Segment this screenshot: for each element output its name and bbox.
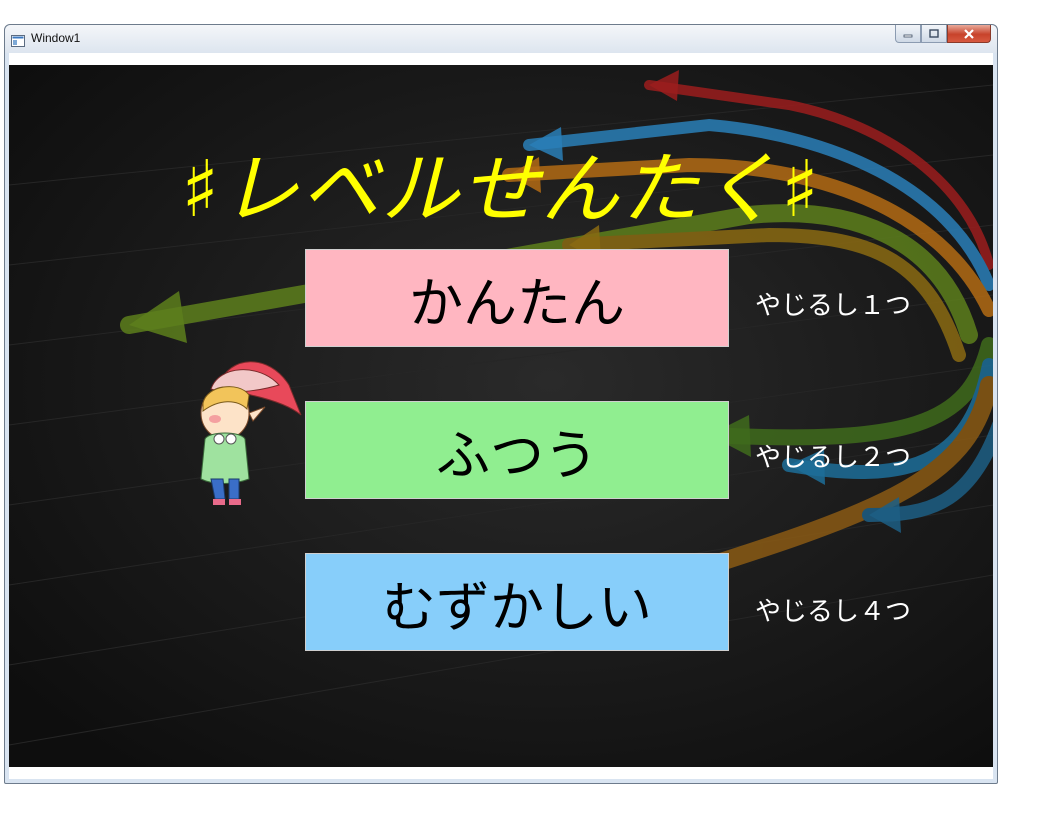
window-title: Window1 — [31, 31, 81, 45]
elf-mascot-illustration — [200, 361, 302, 505]
close-button[interactable] — [947, 25, 991, 43]
close-icon — [964, 28, 974, 39]
app-window-icon — [11, 32, 25, 47]
easy-level-hint: やじるし１つ — [755, 291, 912, 321]
title-bar[interactable]: Window1 — [5, 25, 997, 53]
minimize-button[interactable] — [895, 25, 921, 43]
minimize-icon — [903, 34, 913, 37]
normal-level-button[interactable]: ふつう — [305, 401, 729, 499]
hard-level-hint: やじるし４つ — [755, 597, 912, 627]
maximize-icon — [929, 29, 939, 38]
caption-buttons — [895, 25, 991, 43]
easy-level-button[interactable]: かんたん — [305, 249, 729, 347]
hard-level-button[interactable]: むずかしい — [305, 553, 729, 651]
maximize-button[interactable] — [921, 25, 947, 43]
page-title: ♯レベルせんたく♯ — [181, 145, 821, 235]
window-client-area: ♯レベルせんたく♯ かんたん ふつう むずかしい やじるし１つ やじるし２つ や… — [9, 53, 993, 779]
normal-level-hint: やじるし２つ — [755, 443, 912, 473]
level-select-screen: ♯レベルせんたく♯ かんたん ふつう むずかしい やじるし１つ やじるし２つ や… — [9, 65, 993, 767]
app-window: Window1 ♯レベルせんたく♯ かんたん ふつう むずかしい やじるし１つ … — [4, 24, 998, 784]
